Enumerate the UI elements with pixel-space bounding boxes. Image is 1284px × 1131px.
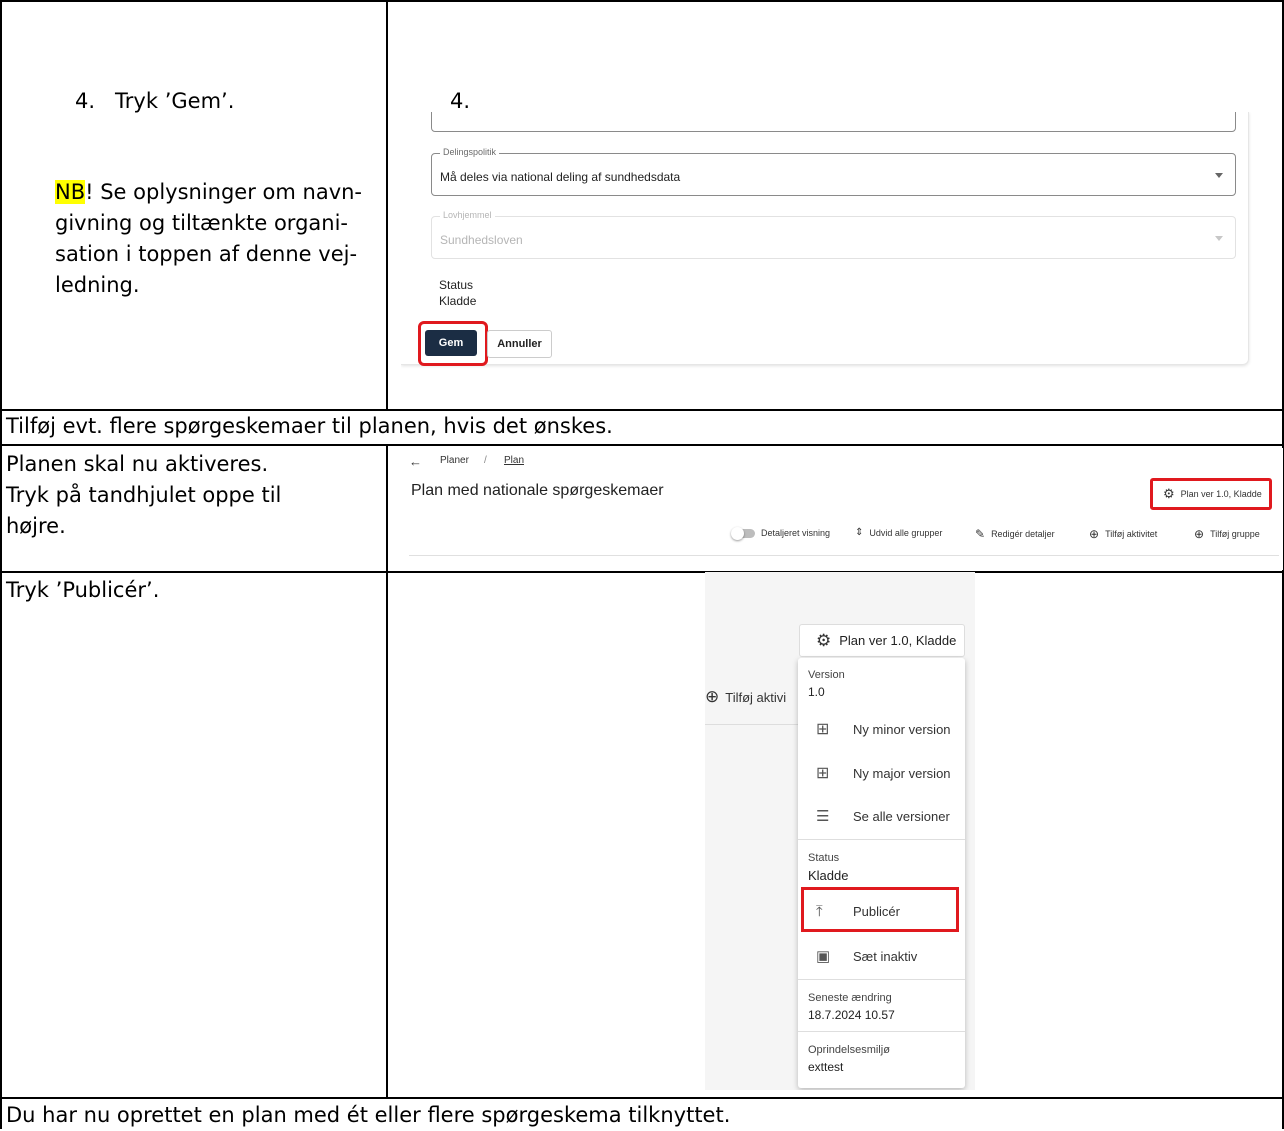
menu-screenshot: ⊕ Tilføj aktivi ⚙ Plan ver 1.0, Kladde V… bbox=[705, 572, 975, 1090]
new-minor-label: Ny minor version bbox=[853, 721, 951, 737]
nb-line-2: givning og tiltænkte organi- bbox=[55, 211, 348, 235]
toolbar-screenshot: ← Planer / Plan Plan med nationale spørg… bbox=[401, 448, 1283, 570]
nb-highlight: NB bbox=[55, 180, 86, 204]
version-menu-button[interactable]: ⚙ Plan ver 1.0, Kladde bbox=[799, 624, 965, 657]
page-title: Plan med nationale spørgeskemaer bbox=[411, 482, 664, 499]
toolbar-divider bbox=[409, 555, 1279, 556]
menu-divider bbox=[798, 839, 965, 840]
row3-line-1: Planen skal nu aktiveres. bbox=[6, 452, 269, 476]
deactivate-label: Sæt inaktiv bbox=[853, 948, 918, 964]
archive-icon: ▣ bbox=[816, 948, 831, 965]
publish-icon: ⤒ bbox=[816, 903, 823, 920]
breadcrumb-plan[interactable]: Plan bbox=[504, 455, 524, 466]
column-divider-row3 bbox=[386, 444, 388, 572]
nb-note: NB! Se oplysninger om navn- givning og t… bbox=[55, 177, 380, 301]
bg-add-activity-label: Tilføj aktivi bbox=[725, 689, 787, 705]
row-divider-3 bbox=[0, 571, 1284, 573]
version-button-label: Plan ver 1.0, Kladde bbox=[1180, 489, 1262, 499]
last-changed-value: 18.7.2024 10.57 bbox=[808, 1008, 895, 1022]
expand-groups-button[interactable]: ⇕ Udvid alle grupper bbox=[855, 527, 942, 538]
library-add-icon: ⊞ bbox=[816, 765, 830, 782]
expand-groups-label: Udvid alle grupper bbox=[869, 527, 943, 538]
add-activity-button[interactable]: ⊕ Tilføj aktivitet bbox=[1089, 527, 1157, 541]
version-dropdown-menu: Version 1.0 ⊞ Ny minor version ⊞ Ny majo… bbox=[798, 658, 965, 1088]
add-group-button[interactable]: ⊕ Tilføj gruppe bbox=[1194, 527, 1260, 541]
gear-icon: ⚙ bbox=[1163, 486, 1175, 501]
edit-details-button[interactable]: ✎ Redigér detaljer bbox=[975, 527, 1055, 541]
menu-item-new-minor[interactable]: ⊞ Ny minor version bbox=[816, 719, 951, 739]
row3-line-2: Tryk på tandhjulet oppe til bbox=[6, 483, 282, 507]
legal-basis-select: Lovhjemmel Sundhedsloven bbox=[431, 210, 1236, 259]
version-value: 1.0 bbox=[808, 685, 825, 699]
menu-item-all-versions[interactable]: ☰ Se alle versioner bbox=[816, 807, 950, 825]
toggle-switch-icon bbox=[731, 526, 755, 540]
chevron-down-icon bbox=[1215, 236, 1223, 241]
menu-divider bbox=[798, 979, 965, 980]
footer-text: Du har nu oprettet en plan med ét eller … bbox=[6, 1103, 731, 1127]
table-border-left bbox=[0, 0, 2, 1129]
last-changed-label: Seneste ændring bbox=[808, 992, 892, 1004]
row4-text: Tryk ’Publicér’. bbox=[6, 578, 160, 602]
origin-label: Oprindelsesmiljø bbox=[808, 1044, 890, 1056]
nb-line-4: ledning. bbox=[55, 273, 140, 297]
chevron-down-icon bbox=[1215, 173, 1223, 178]
column-divider-row4 bbox=[386, 571, 388, 1098]
nb-line-1: ! Se oplysninger om navn- bbox=[85, 180, 363, 204]
sharing-policy-select[interactable]: Delingspolitik Må deles via national del… bbox=[431, 147, 1236, 196]
menu-item-publish[interactable]: ⤒ Publicér bbox=[816, 903, 900, 920]
step-4-text: 4. Tryk ’Gem’. bbox=[75, 89, 235, 113]
origin-value: exttest bbox=[808, 1060, 844, 1074]
detailed-view-label: Detaljeret visning bbox=[761, 528, 831, 538]
breadcrumb-separator: / bbox=[484, 455, 487, 466]
bg-add-activity: ⊕ Tilføj aktivi bbox=[705, 687, 786, 707]
row2-text: Tilføj evt. flere spørgeskemaer til plan… bbox=[6, 414, 613, 438]
version-button-label: Plan ver 1.0, Kladde bbox=[839, 633, 957, 648]
edit-details-label: Redigér detaljer bbox=[991, 529, 1055, 539]
pencil-icon: ✎ bbox=[975, 527, 986, 541]
new-major-label: Ny major version bbox=[853, 765, 951, 781]
status-label: Status bbox=[439, 278, 474, 292]
library-add-icon: ⊞ bbox=[816, 721, 830, 738]
row-divider-2 bbox=[0, 444, 1284, 446]
column-divider-row1 bbox=[386, 0, 388, 410]
version-menu-button[interactable]: ⚙ Plan ver 1.0, Kladde bbox=[1163, 486, 1262, 502]
bg-divider bbox=[705, 724, 800, 725]
menu-divider bbox=[798, 1031, 965, 1032]
row3-text: Planen skal nu aktiveres. Tryk på tandhj… bbox=[6, 449, 281, 542]
status-value: Kladde bbox=[808, 868, 849, 883]
add-activity-label: Tilføj aktivitet bbox=[1105, 529, 1158, 539]
publish-label: Publicér bbox=[853, 904, 900, 919]
sharing-policy-label: Delingspolitik bbox=[440, 147, 500, 157]
nb-line-3: sation i toppen af denne vej- bbox=[55, 242, 358, 266]
legal-basis-label: Lovhjemmel bbox=[440, 210, 495, 220]
detailed-view-toggle[interactable]: Detaljeret visning bbox=[731, 526, 831, 540]
menu-item-deactivate[interactable]: ▣ Sæt inaktiv bbox=[816, 947, 917, 965]
status-value: Kladde bbox=[439, 294, 477, 308]
gear-icon: ⚙ bbox=[816, 630, 832, 650]
cancel-button[interactable]: Annuller bbox=[487, 330, 552, 358]
add-circle-icon: ⊕ bbox=[705, 687, 720, 706]
save-button[interactable]: Gem bbox=[425, 330, 477, 356]
legal-basis-value: Sundhedsloven bbox=[440, 233, 523, 247]
unfold-icon: ⇕ bbox=[855, 527, 864, 538]
row3-line-3: højre. bbox=[6, 514, 66, 538]
version-label: Version bbox=[808, 669, 845, 681]
add-group-label: Tilføj gruppe bbox=[1210, 529, 1260, 539]
table-border-top bbox=[0, 0, 1284, 2]
status-label: Status bbox=[808, 852, 840, 864]
row-divider-4 bbox=[0, 1097, 1284, 1099]
back-arrow-icon[interactable]: ← bbox=[409, 454, 422, 469]
add-circle-icon: ⊕ bbox=[1089, 527, 1100, 541]
previous-field[interactable] bbox=[431, 112, 1236, 132]
add-circle-icon: ⊕ bbox=[1194, 527, 1205, 541]
sharing-policy-value: Må deles via national deling af sundheds… bbox=[440, 170, 681, 184]
breadcrumb-planer[interactable]: Planer bbox=[440, 455, 469, 466]
list-icon: ☰ bbox=[816, 808, 830, 825]
form-screenshot: Delingspolitik Må deles via national del… bbox=[401, 112, 1279, 371]
menu-item-new-major[interactable]: ⊞ Ny major version bbox=[816, 763, 951, 783]
all-versions-label: Se alle versioner bbox=[853, 808, 950, 824]
